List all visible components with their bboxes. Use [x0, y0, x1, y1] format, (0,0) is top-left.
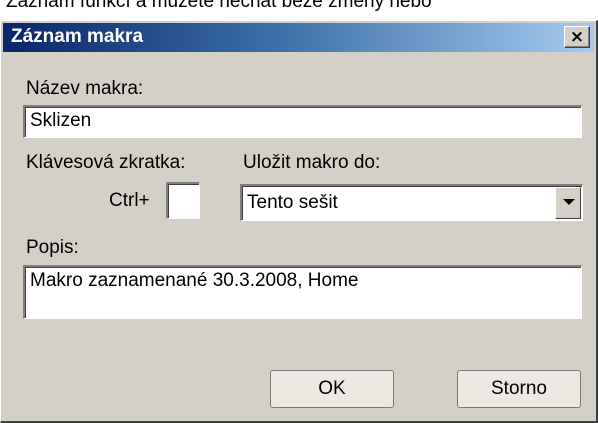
macro-name-value: Sklizen	[30, 110, 92, 131]
store-in-value: Tento sešit	[247, 192, 338, 213]
macro-name-input[interactable]: Sklizen	[23, 105, 582, 138]
description-textarea[interactable]: Makro zaznamenané 30.3.2008, Home	[23, 265, 582, 319]
dialog-title: Záznam makra	[11, 26, 144, 47]
store-in-dropdown-button[interactable]	[555, 187, 581, 219]
background-document-text: Záznam funkcí a můžete nechat beze změny…	[6, 0, 432, 12]
dialog-titlebar[interactable]: Záznam makra ×	[3, 23, 594, 52]
shortcut-key-input[interactable]	[166, 182, 200, 219]
macro-name-label: Název makra:	[26, 78, 144, 99]
description-label: Popis:	[26, 237, 79, 258]
description-value: Makro zaznamenané 30.3.2008, Home	[30, 270, 359, 291]
shortcut-label: Klávesová zkratka:	[26, 152, 186, 173]
store-in-select[interactable]: Tento sešit	[240, 184, 583, 221]
store-in-label: Uložit makro do:	[243, 152, 381, 173]
cancel-button[interactable]: Storno	[457, 370, 581, 408]
chevron-down-icon	[563, 199, 575, 205]
close-icon: ×	[569, 27, 585, 47]
ok-button[interactable]: OK	[270, 370, 394, 408]
close-button[interactable]: ×	[564, 26, 590, 48]
record-macro-dialog: Záznam makra × Název makra: Sklizen Kláv…	[0, 20, 598, 423]
shortcut-ctrl-prefix: Ctrl+	[109, 190, 150, 211]
